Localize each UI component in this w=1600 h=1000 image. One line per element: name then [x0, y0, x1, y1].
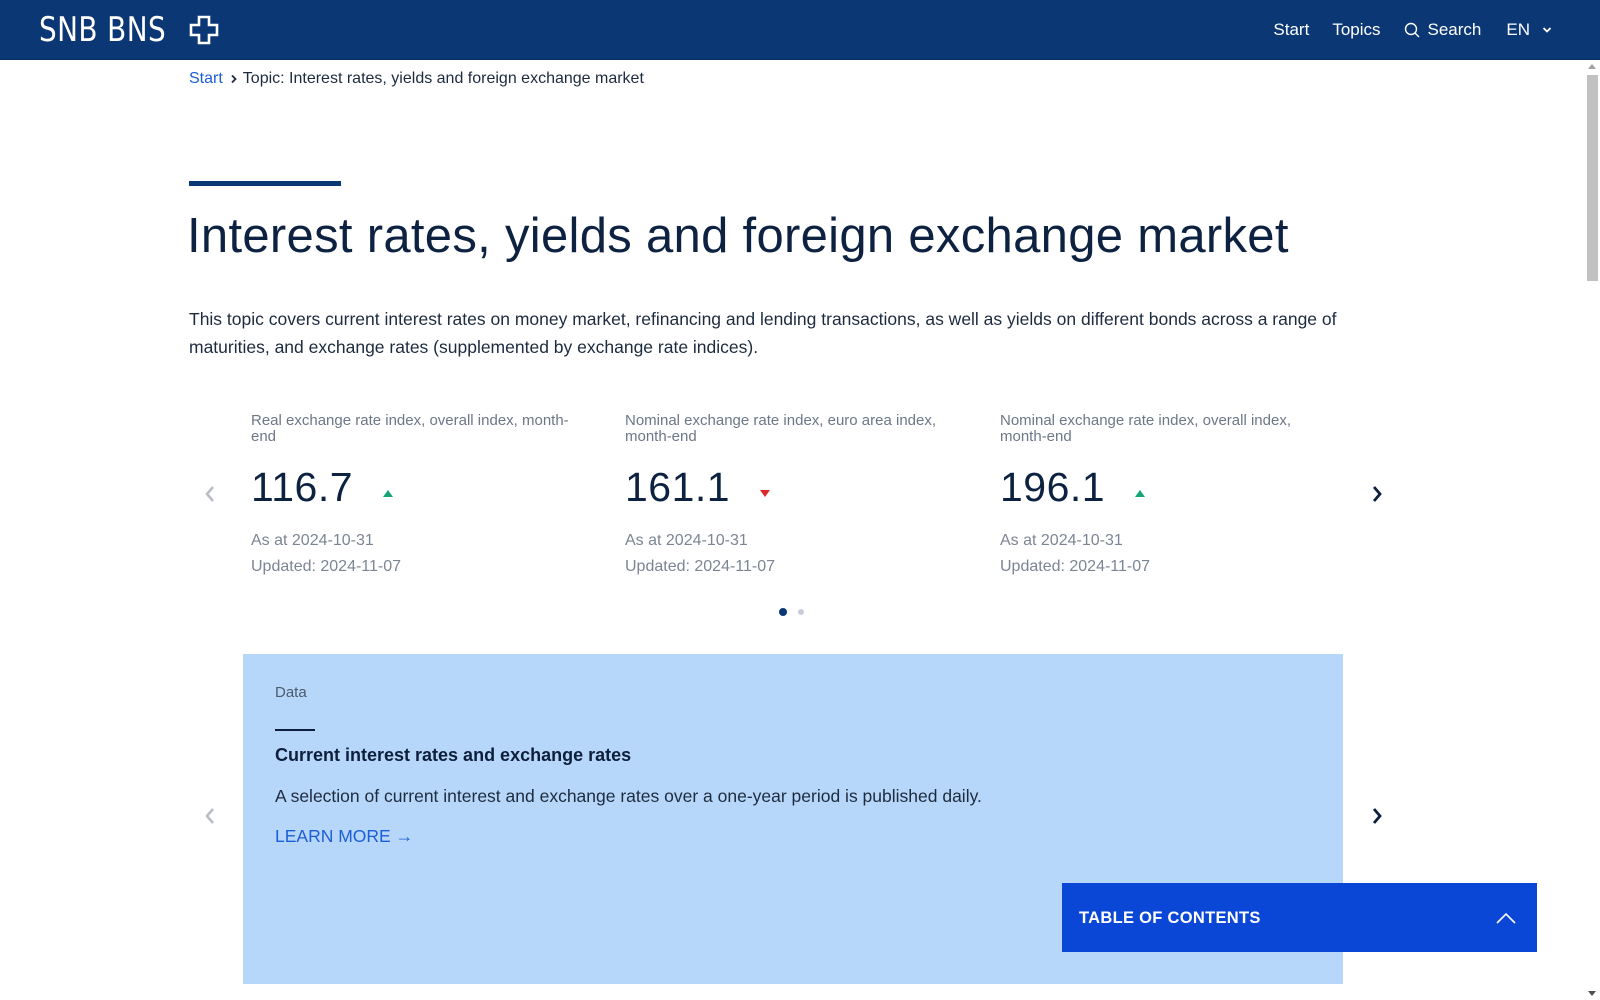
indicator-label: Nominal exchange rate index, euro area i… [625, 412, 937, 445]
language-selector[interactable]: EN [1506, 20, 1552, 40]
chevron-right-icon[interactable] [1367, 482, 1387, 506]
title-accent-rule [189, 181, 341, 186]
chevron-down-icon [1542, 26, 1552, 33]
breadcrumb-separator-icon [231, 74, 237, 84]
carousel-pagination [779, 608, 815, 616]
trend-up-icon [1135, 489, 1146, 497]
scrollbar-thumb[interactable] [1587, 75, 1598, 281]
learn-more-link[interactable]: LEARN MORE → [275, 826, 413, 847]
carousel-dot-2[interactable] [798, 609, 804, 615]
indicator-value: 161.1 [625, 463, 731, 510]
indicator-card[interactable]: Nominal exchange rate index, euro area i… [625, 413, 945, 580]
scroll-up-arrow-icon[interactable] [1588, 64, 1596, 69]
page-title: Interest rates, yields and foreign excha… [187, 209, 1289, 263]
trend-up-icon [383, 489, 394, 497]
indicator-updated: Updated: 2024-11-07 [625, 558, 776, 575]
indicator-value: 196.1 [1000, 463, 1106, 510]
card-kicker: Data [275, 684, 307, 701]
table-of-contents-button[interactable]: TABLE OF CONTENTS [1062, 883, 1537, 952]
logo-text: SNB BNS [39, 10, 167, 50]
language-label: EN [1506, 19, 1530, 39]
nav-search-button[interactable]: Search [1404, 19, 1482, 40]
trend-down-icon [760, 489, 771, 497]
indicator-as-at: As at 2024-10-31 [1000, 532, 1123, 549]
page-scrollbar[interactable] [1584, 60, 1600, 1000]
card-description: A selection of current interest and exch… [275, 786, 982, 806]
nav-topics-link[interactable]: Topics [1332, 20, 1380, 40]
nav-search-label: Search [1427, 19, 1482, 39]
breadcrumb: Start Topic: Interest rates, yields and … [189, 70, 644, 88]
breadcrumb-start-link[interactable]: Start [189, 70, 223, 88]
page-intro: This topic covers current interest rates… [189, 309, 1337, 357]
chevron-right-icon[interactable] [1367, 804, 1387, 828]
top-navigation-bar: SNB BNS Start Topics Search EN [0, 0, 1600, 60]
card-rule [275, 729, 315, 731]
main-nav: Start Topics Search EN [1250, 0, 1552, 59]
scroll-down-arrow-icon[interactable] [1588, 991, 1596, 996]
swiss-cross-icon [189, 15, 219, 45]
chevron-left-icon[interactable] [200, 804, 220, 828]
indicator-card[interactable]: Nominal exchange rate index, overall ind… [1000, 413, 1320, 580]
indicator-as-at: As at 2024-10-31 [625, 532, 748, 549]
indicator-label: Nominal exchange rate index, overall ind… [1000, 412, 1291, 445]
indicator-updated: Updated: 2024-11-07 [251, 558, 402, 575]
chevron-up-icon [1496, 912, 1516, 924]
indicator-updated: Updated: 2024-11-07 [1000, 558, 1151, 575]
indicator-value: 116.7 [251, 463, 354, 510]
card-title: Current interest rates and exchange rate… [275, 745, 632, 765]
search-icon [1404, 22, 1419, 37]
breadcrumb-current: Topic: Interest rates, yields and foreig… [242, 70, 644, 87]
indicator-as-at: As at 2024-10-31 [251, 532, 374, 549]
chevron-left-icon[interactable] [200, 482, 220, 506]
snb-logo[interactable]: SNB BNS [39, 10, 219, 50]
indicator-label: Real exchange rate index, overall index,… [251, 412, 569, 445]
nav-start-link[interactable]: Start [1273, 20, 1309, 40]
carousel-dot-1[interactable] [779, 608, 787, 616]
indicator-card[interactable]: Real exchange rate index, overall index,… [251, 413, 571, 580]
toc-label: TABLE OF CONTENTS [1079, 909, 1261, 927]
